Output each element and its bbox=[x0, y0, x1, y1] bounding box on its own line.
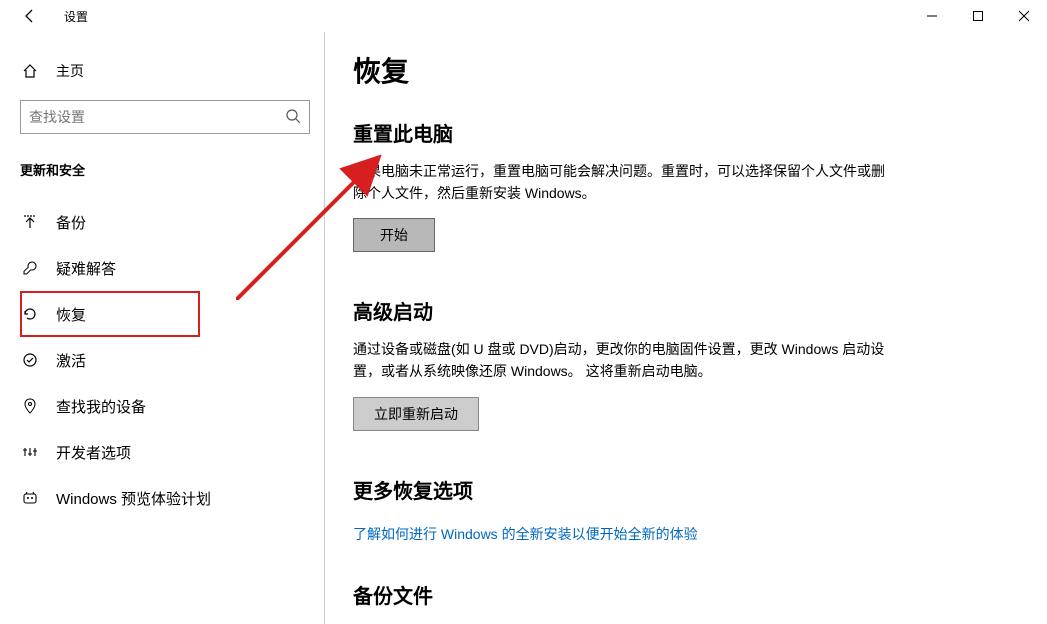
backup-files-heading: 备份文件 bbox=[353, 580, 1015, 609]
sidebar-item-activation[interactable]: 激活 bbox=[20, 337, 315, 383]
maximize-button[interactable] bbox=[955, 0, 1001, 32]
sidebar-item-label: 激活 bbox=[56, 350, 86, 371]
reset-pc-desc: 如果电脑未正常运行，重置电脑可能会解决问题。重置时，可以选择保留个人文件或删除个… bbox=[353, 161, 893, 204]
sidebar-home[interactable]: 主页 bbox=[20, 48, 315, 94]
insider-icon bbox=[20, 490, 40, 506]
page-title: 恢复 bbox=[353, 50, 1015, 90]
developers-icon bbox=[20, 444, 40, 460]
sidebar-item-label: 疑难解答 bbox=[56, 258, 116, 279]
home-icon bbox=[20, 63, 40, 79]
sidebar-item-developers[interactable]: 开发者选项 bbox=[20, 429, 315, 475]
sidebar-item-label: 恢复 bbox=[56, 304, 86, 325]
sidebar-item-label: 查找我的设备 bbox=[56, 396, 146, 417]
more-recovery-heading: 更多恢复选项 bbox=[353, 475, 1015, 504]
search-icon bbox=[285, 108, 301, 127]
sidebar-item-backup[interactable]: 备份 bbox=[20, 199, 315, 245]
reset-start-button[interactable]: 开始 bbox=[353, 218, 435, 252]
sidebar-item-label: 开发者选项 bbox=[56, 442, 131, 463]
sidebar-item-troubleshoot[interactable]: 疑难解答 bbox=[20, 245, 315, 291]
close-button[interactable] bbox=[1001, 0, 1047, 32]
fresh-install-link[interactable]: 了解如何进行 Windows 的全新安装以便开始全新的体验 bbox=[353, 524, 698, 544]
backup-icon bbox=[20, 214, 40, 230]
window-controls bbox=[909, 0, 1047, 32]
content-area: 恢复 重置此电脑 如果电脑未正常运行，重置电脑可能会解决问题。重置时，可以选择保… bbox=[325, 32, 1047, 624]
minimize-button[interactable] bbox=[909, 0, 955, 32]
sidebar-section-title: 更新和安全 bbox=[20, 160, 315, 179]
restart-now-button[interactable]: 立即重新启动 bbox=[353, 397, 479, 431]
activation-icon bbox=[20, 352, 40, 368]
window-title: 设置 bbox=[64, 8, 88, 25]
search-input[interactable] bbox=[29, 109, 285, 125]
sidebar: 主页 更新和安全 备份 疑难解答 bbox=[0, 32, 325, 624]
sidebar-item-insider[interactable]: Windows 预览体验计划 bbox=[20, 475, 315, 521]
titlebar: 设置 bbox=[0, 0, 1047, 32]
back-button[interactable] bbox=[14, 0, 46, 32]
sidebar-home-label: 主页 bbox=[56, 61, 84, 81]
sidebar-item-label: 备份 bbox=[56, 212, 86, 233]
button-label: 立即重新启动 bbox=[374, 404, 458, 424]
advanced-startup-heading: 高级启动 bbox=[353, 296, 1015, 325]
advanced-startup-desc: 通过设备或磁盘(如 U 盘或 DVD)启动，更改你的电脑固件设置，更改 Wind… bbox=[353, 339, 893, 382]
button-label: 开始 bbox=[380, 225, 408, 245]
sidebar-item-recovery[interactable]: 恢复 bbox=[20, 291, 200, 337]
troubleshoot-icon bbox=[20, 260, 40, 276]
reset-pc-heading: 重置此电脑 bbox=[353, 118, 1015, 147]
sidebar-item-findmydevice[interactable]: 查找我的设备 bbox=[20, 383, 315, 429]
recovery-icon bbox=[20, 306, 40, 322]
sidebar-item-label: Windows 预览体验计划 bbox=[56, 488, 211, 509]
findmydevice-icon bbox=[20, 398, 40, 414]
search-input-wrap[interactable] bbox=[20, 100, 310, 134]
